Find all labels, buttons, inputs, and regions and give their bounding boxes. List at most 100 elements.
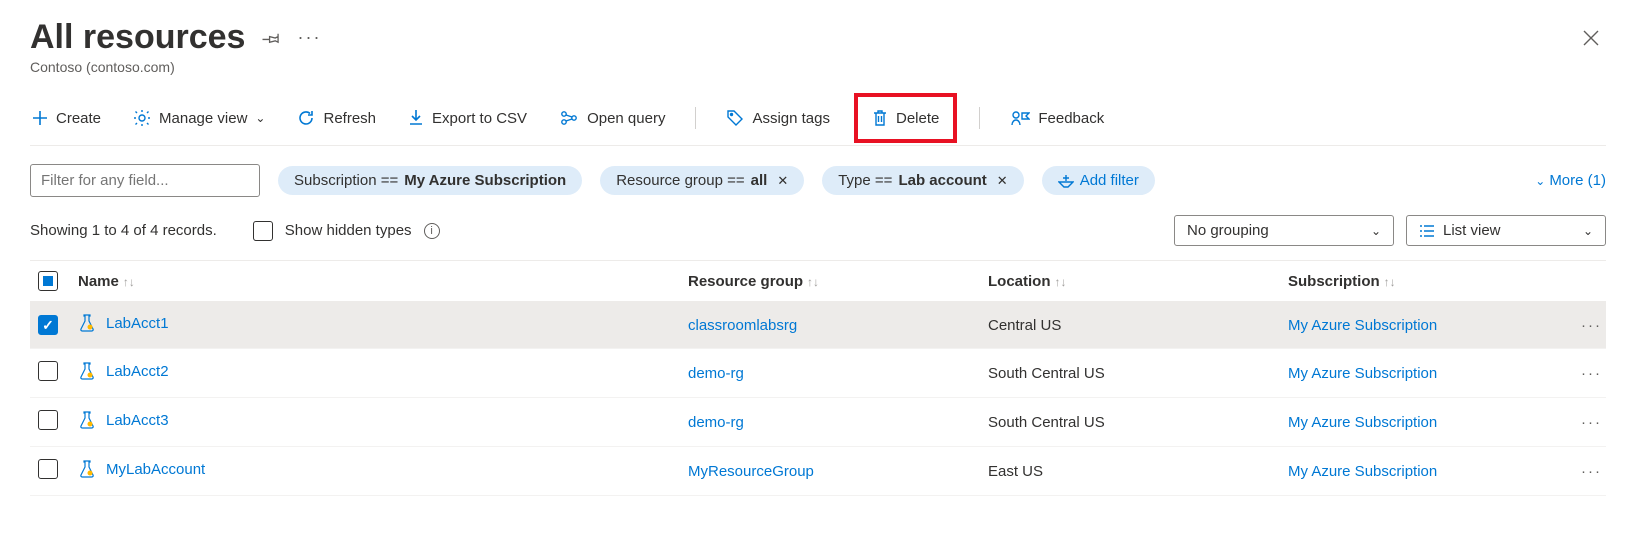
table-row: LabAcct3 demo-rg South Central US My Azu… xyxy=(30,398,1606,447)
sort-icon: ↑↓ xyxy=(807,275,819,289)
close-icon[interactable]: ✕ xyxy=(997,173,1008,189)
resource-group-link[interactable]: classroomlabsrg xyxy=(688,317,797,334)
select-all-checkbox[interactable] xyxy=(38,271,58,291)
chevron-down-icon: ⌄ xyxy=(1535,174,1545,188)
lab-account-icon xyxy=(78,314,96,332)
info-icon[interactable]: i xyxy=(424,223,440,239)
delete-highlight: Delete xyxy=(854,93,957,143)
status-row: Showing 1 to 4 of 4 records. Show hidden… xyxy=(30,211,1606,260)
resource-name-link[interactable]: MyLabAccount xyxy=(106,461,205,478)
record-count: Showing 1 to 4 of 4 records. xyxy=(30,222,217,239)
filter-row: Subscription == My Azure Subscription Re… xyxy=(30,146,1606,211)
filter-pill-resource-group[interactable]: Resource group == all ✕ xyxy=(600,166,804,195)
pill-prefix: Type == xyxy=(838,172,892,189)
col-label: Location xyxy=(988,273,1051,290)
assign-tags-label: Assign tags xyxy=(752,110,830,127)
open-query-button[interactable]: Open query xyxy=(557,106,667,131)
pill-prefix: Resource group == xyxy=(616,172,744,189)
separator xyxy=(695,107,696,129)
subscription-link[interactable]: My Azure Subscription xyxy=(1288,414,1437,431)
location-text: South Central US xyxy=(988,414,1105,431)
row-checkbox[interactable] xyxy=(38,361,58,381)
sort-icon: ↑↓ xyxy=(1384,275,1396,289)
add-filter-button[interactable]: Add filter xyxy=(1042,166,1155,195)
resource-group-link[interactable]: demo-rg xyxy=(688,365,744,382)
pill-prefix: Subscription == xyxy=(294,172,398,189)
filter-pill-subscription[interactable]: Subscription == My Azure Subscription xyxy=(278,166,582,195)
feedback-label: Feedback xyxy=(1038,110,1104,127)
resource-group-link[interactable]: demo-rg xyxy=(688,414,744,431)
table-row: LabAcct2 demo-rg South Central US My Azu… xyxy=(30,349,1606,398)
more-icon[interactable]: ··· xyxy=(297,27,321,48)
col-label: Name xyxy=(78,273,119,290)
feedback-button[interactable]: Feedback xyxy=(1008,105,1106,131)
command-bar: Create Manage view ⌄ Refresh Export to C… xyxy=(30,87,1606,146)
pill-value: all xyxy=(751,172,768,189)
delete-button[interactable]: Delete xyxy=(870,105,941,131)
subscription-link[interactable]: My Azure Subscription xyxy=(1288,463,1437,480)
chevron-down-icon: ⌄ xyxy=(1583,224,1593,238)
location-text: East US xyxy=(988,463,1043,480)
column-header-resource-group[interactable]: Resource group ↑↓ xyxy=(680,261,980,302)
chevron-down-icon: ⌄ xyxy=(1371,224,1381,238)
resource-name-link[interactable]: LabAcct3 xyxy=(106,412,169,429)
grouping-dropdown[interactable]: No grouping ⌄ xyxy=(1174,215,1394,246)
more-label: More (1) xyxy=(1549,172,1606,189)
resource-name-link[interactable]: LabAcct1 xyxy=(106,315,169,332)
close-icon[interactable] xyxy=(1576,23,1606,53)
resource-group-link[interactable]: MyResourceGroup xyxy=(688,463,814,480)
lab-account-icon xyxy=(78,411,96,429)
export-csv-button[interactable]: Export to CSV xyxy=(406,105,529,131)
close-icon[interactable]: ✕ xyxy=(777,173,788,189)
pill-value: Lab account xyxy=(898,172,986,189)
refresh-label: Refresh xyxy=(323,110,376,127)
export-csv-label: Export to CSV xyxy=(432,110,527,127)
resource-name-link[interactable]: LabAcct2 xyxy=(106,363,169,380)
table-row: MyLabAccount MyResourceGroup East US My … xyxy=(30,447,1606,496)
column-header-name[interactable]: Name ↑↓ xyxy=(70,261,680,302)
col-label: Resource group xyxy=(688,273,803,290)
location-text: South Central US xyxy=(988,365,1105,382)
filter-pill-type[interactable]: Type == Lab account ✕ xyxy=(822,166,1023,195)
row-menu-button[interactable]: ··· xyxy=(1556,447,1606,496)
delete-label: Delete xyxy=(896,110,939,127)
subscription-link[interactable]: My Azure Subscription xyxy=(1288,365,1437,382)
more-filters-link[interactable]: ⌄ More (1) xyxy=(1535,172,1606,189)
list-icon xyxy=(1419,224,1435,238)
view-mode-value: List view xyxy=(1443,222,1501,239)
lab-account-icon xyxy=(78,460,96,478)
manage-view-label: Manage view xyxy=(159,110,247,127)
create-button[interactable]: Create xyxy=(30,106,103,131)
row-menu-button[interactable]: ··· xyxy=(1556,398,1606,447)
manage-view-button[interactable]: Manage view ⌄ xyxy=(131,105,267,131)
pin-icon[interactable] xyxy=(261,28,281,48)
subscription-link[interactable]: My Azure Subscription xyxy=(1288,317,1437,334)
create-label: Create xyxy=(56,110,101,127)
filter-input[interactable] xyxy=(30,164,260,197)
show-hidden-checkbox[interactable] xyxy=(253,221,273,241)
show-hidden-label: Show hidden types xyxy=(285,222,412,239)
grouping-value: No grouping xyxy=(1187,222,1269,239)
sort-icon: ↑↓ xyxy=(1055,275,1067,289)
row-checkbox[interactable] xyxy=(38,315,58,335)
sort-icon: ↑↓ xyxy=(123,275,135,289)
location-text: Central US xyxy=(988,317,1061,334)
row-menu-button[interactable]: ··· xyxy=(1556,302,1606,349)
table-row: LabAcct1 classroomlabsrg Central US My A… xyxy=(30,302,1606,349)
open-query-label: Open query xyxy=(587,110,665,127)
assign-tags-button[interactable]: Assign tags xyxy=(724,105,832,131)
tenant-subtitle: Contoso (contoso.com) xyxy=(30,59,1606,75)
resource-table: Name ↑↓ Resource group ↑↓ Location ↑↓ Subsc… xyxy=(30,260,1606,496)
column-header-location[interactable]: Location ↑↓ xyxy=(980,261,1280,302)
view-mode-dropdown[interactable]: List view ⌄ xyxy=(1406,215,1606,246)
refresh-button[interactable]: Refresh xyxy=(295,105,378,131)
row-menu-button[interactable]: ··· xyxy=(1556,349,1606,398)
add-filter-label: Add filter xyxy=(1080,172,1139,189)
row-checkbox[interactable] xyxy=(38,410,58,430)
page-title: All resources xyxy=(30,18,245,57)
column-header-subscription[interactable]: Subscription↑↓ xyxy=(1280,261,1556,302)
lab-account-icon xyxy=(78,362,96,380)
separator xyxy=(979,107,980,129)
row-checkbox[interactable] xyxy=(38,459,58,479)
pill-value: My Azure Subscription xyxy=(404,172,566,189)
